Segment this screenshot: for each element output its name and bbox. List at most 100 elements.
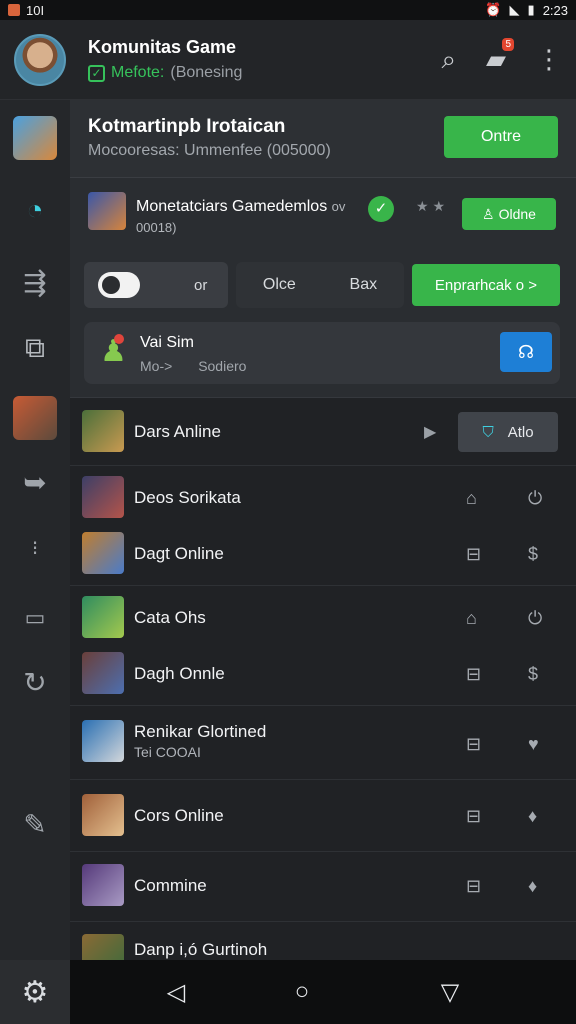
pin-icon[interactable]: ♦ (528, 806, 537, 827)
more-vert-icon[interactable]: ⋮ (536, 44, 562, 75)
game-thumb (82, 596, 124, 638)
inbox-icon[interactable]: ⊟ (466, 876, 481, 897)
power-icon[interactable]: ⏻ (528, 488, 542, 509)
segment-control: Olce Bax (236, 262, 404, 308)
featured-subtitle: Mocooresas: Ummenfee (005000) (88, 142, 331, 159)
featured-game-name: Monetatciars Gamedemlos ov (136, 198, 345, 216)
action-chip[interactable]: ⛉ Atlo (458, 412, 558, 452)
pin-icon[interactable]: ♦ (528, 876, 537, 897)
status-bar: 10I ⏰ ◣ ▮ 2:23 (0, 0, 576, 20)
headset-icon: ☊ (518, 342, 534, 362)
game-thumb (82, 476, 124, 518)
segment-option-2[interactable]: Bax (340, 276, 388, 294)
voice-action-button[interactable]: ☊ (500, 332, 552, 372)
game-thumb (88, 192, 126, 230)
inbox-icon[interactable]: ⊟ (466, 544, 481, 565)
game-name: Cors Online (134, 806, 224, 825)
status-time-left: 10I (26, 2, 45, 18)
cta-button[interactable]: Enprarhcak o > (412, 264, 560, 306)
dots-icon[interactable]: ⁝ (13, 526, 57, 570)
filter-chips: or Olce Bax Enprarhcak o > (84, 262, 566, 308)
voice-sub2: Sodiero (198, 358, 247, 374)
featured-title: Kotmartinpb Irotaican (88, 116, 286, 137)
main-content: Kotmartinpb Irotaican Mocooresas: Ummenf… (70, 100, 576, 960)
game-thumb (82, 934, 124, 960)
back-icon[interactable]: ◁ (156, 976, 196, 1008)
game-name: Commine (134, 876, 207, 895)
game-thumb (82, 410, 124, 452)
cap-icon[interactable]: ⌂ (466, 488, 477, 509)
toggle-chip-label: or (194, 276, 208, 294)
featured-game-row[interactable]: Monetatciars Gamedemlos ov 00018) ✓ ★ ★ … (70, 178, 576, 250)
featured-section: Kotmartinpb Irotaican Mocooresas: Ummenf… (70, 100, 576, 178)
list-item[interactable]: Dars Anline ▶ ⛉ Atlo (70, 400, 576, 466)
game-add-icon[interactable]: ⧉ (13, 326, 57, 370)
cap-icon[interactable]: ⌂ (466, 608, 477, 629)
game-list: Dars Anline ▶ ⛉ Atlo Deos Sorikata ⌂ ⏻ D… (70, 400, 576, 960)
recents-icon[interactable]: ▽ (430, 976, 470, 1008)
status-extra: (Bonesing (170, 64, 243, 81)
game-thumb (82, 864, 124, 906)
page-title: Komunitas Game (88, 37, 237, 57)
game-name: Cata Ohs (134, 608, 206, 627)
voice-sub: Mo-> Sodiero (140, 358, 246, 374)
arrow-icon[interactable]: ▶ (424, 422, 436, 442)
inbox-icon[interactable]: ⊟ (466, 664, 481, 685)
app-header: Komunitas Game ✓ Mefote: (Bonesing ⌕ ▰ 5 … (0, 20, 576, 100)
online-button[interactable]: ♙ Oldne (462, 198, 556, 230)
toggle-chip[interactable]: or (84, 262, 228, 308)
toggle-switch[interactable] (98, 272, 140, 298)
wifi-icon: ◣ (509, 2, 520, 17)
settings-icon[interactable]: ⚙ (0, 960, 70, 1024)
list-item[interactable]: Cors Online ⊟ ♦ (70, 780, 576, 852)
edit-icon[interactable]: ✎ (13, 802, 57, 846)
featured-panel: Kotmartinpb Irotaican Mocooresas: Ummenf… (70, 100, 576, 398)
game-thumb (82, 652, 124, 694)
loader-icon[interactable]: ◔ (13, 188, 57, 232)
shield-icon: ⛉ (482, 423, 494, 441)
segment-option-1[interactable]: Olce (253, 276, 306, 294)
game-thumb (82, 532, 124, 574)
alarm-icon: ⏰ (485, 2, 502, 17)
game-thumb (82, 720, 124, 762)
heart-icon[interactable]: ♥ (528, 734, 539, 755)
dollar-icon[interactable]: $ (528, 664, 538, 685)
voice-sub1: Mo-> (140, 358, 173, 374)
verified-icon: ✓ (368, 196, 394, 222)
game-name: Dars Anline (134, 422, 221, 441)
featured-game-sub: 00018) (136, 220, 177, 235)
game-name: Dagt Online (134, 544, 224, 563)
voice-card[interactable]: ♟ Vai Sim Mo-> Sodiero ☊ (84, 322, 560, 384)
chat-icon[interactable]: ▰ 5 (486, 38, 514, 75)
list-item[interactable]: Danp i,ó Gurtinoh (70, 922, 576, 960)
header-status: ✓ Mefote: (Bonesing (88, 64, 242, 82)
sidebar: ◔ ⇶ ⧉ ➥ ⁝ ▭ ↻ ✎ (0, 100, 70, 960)
window-icon[interactable]: ▭ (13, 596, 57, 640)
refresh-icon[interactable]: ↻ (13, 660, 57, 704)
forward-icon[interactable]: ⇶ (13, 260, 57, 304)
inbox-icon[interactable]: ⊟ (466, 734, 481, 755)
game-name: Deos Sorikata (134, 488, 241, 507)
voice-title: Vai Sim (140, 334, 194, 351)
avatar[interactable] (14, 33, 66, 86)
sidebar-game-thumb[interactable] (13, 396, 57, 440)
share-icon[interactable]: ➥ (13, 460, 57, 504)
game-name: Danp i,ó Gurtinoh (134, 940, 268, 959)
join-button[interactable]: Ontre (444, 116, 558, 158)
power-icon[interactable]: ⏻ (528, 608, 542, 629)
search-icon[interactable]: ⌕ (441, 44, 456, 76)
game-sub: Tei COOAI (134, 744, 201, 760)
status-check-icon: ✓ (88, 64, 105, 82)
list-item[interactable]: Renikar Glortined Tei COOAI ⊟ ♥ (70, 706, 576, 780)
status-time-right: 2:23 (542, 2, 568, 18)
game-thumb (82, 794, 124, 836)
list-item[interactable]: Commine ⊟ ♦ (70, 852, 576, 922)
home-icon[interactable]: ○ (282, 976, 322, 1008)
dollar-icon[interactable]: $ (528, 544, 538, 565)
sidebar-game-thumb[interactable] (13, 116, 57, 160)
battery-icon: ▮ (527, 2, 535, 17)
action-chip-label: Atlo (507, 423, 534, 441)
inbox-icon[interactable]: ⊟ (466, 806, 481, 827)
list-group: Deos Sorikata ⌂ ⏻ Dagt Online ⊟ $ (70, 466, 576, 586)
star-icons: ★ ★ (416, 198, 445, 214)
